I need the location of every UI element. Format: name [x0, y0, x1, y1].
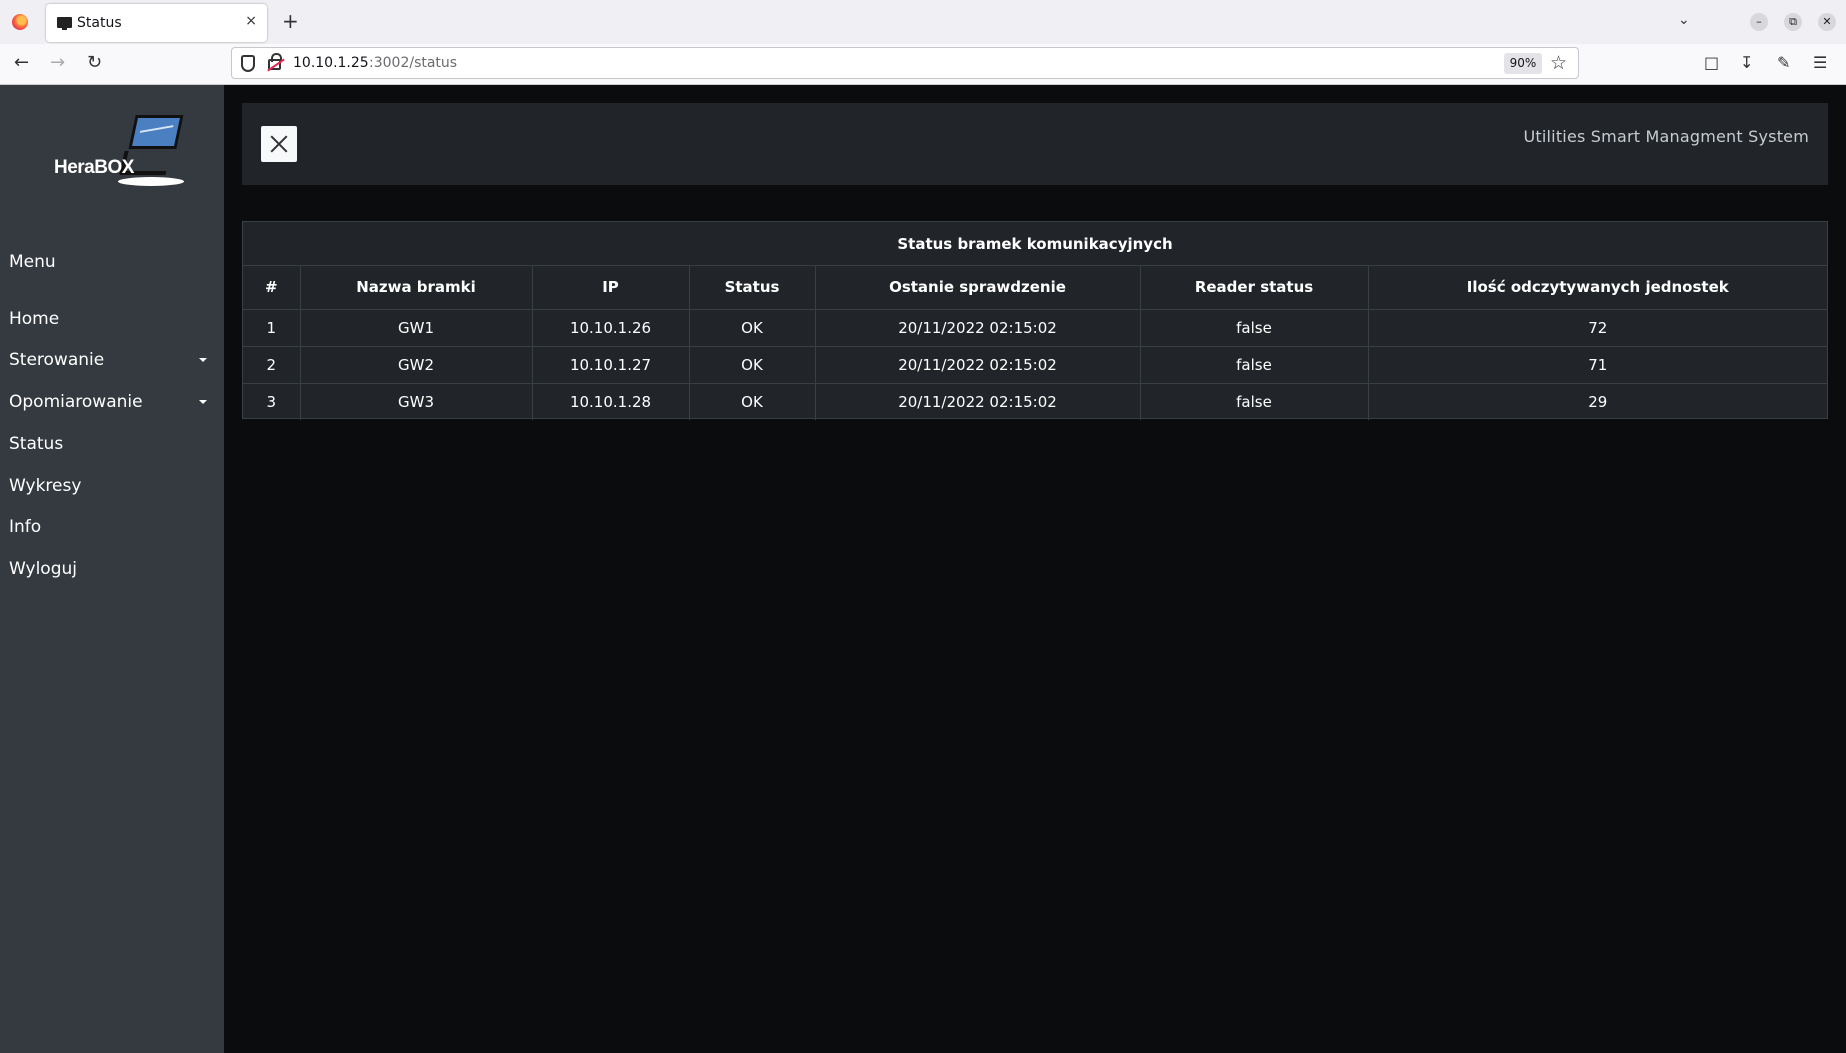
pocket-icon[interactable]: □ [1704, 53, 1719, 73]
reload-icon[interactable]: ↻ [87, 53, 102, 73]
table-cell: 20/11/2022 02:15:02 [815, 346, 1141, 384]
zoom-level-badge[interactable]: 90% [1504, 53, 1542, 74]
table-cell: 10.10.1.26 [532, 309, 690, 347]
sidebar-item-home[interactable]: Home [0, 301, 224, 337]
table-cell: 1 [243, 309, 301, 347]
table-cell: 20/11/2022 02:15:02 [815, 309, 1141, 347]
sidebar-item-label: Sterowanie [9, 350, 105, 370]
column-header: Ostanie sprawdzenie [815, 266, 1141, 310]
logo-text: HeraBOX [54, 157, 134, 178]
restore-icon[interactable]: ⧉ [1784, 13, 1802, 31]
hamburger-menu-icon[interactable]: ☰ [1813, 53, 1827, 73]
shield-icon[interactable] [241, 55, 255, 72]
herabox-logo[interactable]: HeraBOX [50, 113, 190, 193]
column-header: Ilość odczytywanych jednostek [1368, 266, 1827, 310]
table-cell: OK [689, 346, 816, 384]
new-tab-button[interactable]: + [282, 10, 299, 32]
back-arrow-icon[interactable]: ← [14, 53, 29, 73]
sidebar-item-label: Status [9, 434, 64, 454]
column-header: Status [689, 266, 816, 310]
browser-tab[interactable]: Status × [46, 4, 267, 42]
sidebar-item-label: Wykresy [9, 476, 82, 496]
logo-monitor-graphic [128, 115, 184, 149]
table-cell: 2 [243, 346, 301, 384]
tab-title: Status [77, 15, 122, 31]
caret-down-icon [199, 400, 207, 404]
table-cell: OK [689, 383, 816, 420]
table-cell: OK [689, 309, 816, 347]
table-cell: 10.10.1.28 [532, 383, 690, 420]
gateway-status-table: # Nazwa bramki IP Status Ostanie sprawdz… [243, 266, 1827, 420]
table-row: 2 GW2 10.10.1.27 OK 20/11/2022 02:15:02 … [243, 346, 1827, 384]
sidebar-item-label: Info [9, 517, 42, 537]
table-cell: false [1140, 383, 1369, 420]
sidebar-item-label: Opomiarowanie [9, 392, 143, 412]
header-bar: Utilities Smart Managment System [242, 103, 1828, 185]
column-header: Nazwa bramki [300, 266, 533, 310]
browser-nav-bar: ← → ↻ 10.10.1.25 :3002/status 90% ☆ □ ↧ … [0, 44, 1846, 85]
table-cell: 20/11/2022 02:15:02 [815, 383, 1141, 420]
table-cell: 71 [1368, 346, 1827, 384]
table-cell: false [1140, 309, 1369, 347]
forward-arrow-icon[interactable]: → [50, 53, 65, 73]
sidebar-item-sterowanie[interactable]: Sterowanie [0, 342, 224, 378]
sidebar-toggle-close-button[interactable] [261, 126, 297, 162]
sidebar-item-info[interactable]: Info [0, 509, 224, 545]
table-cell: GW1 [300, 309, 533, 347]
sidebar-item-label: Wyloguj [9, 559, 77, 579]
eyedropper-icon[interactable]: ✎ [1777, 53, 1790, 73]
table-cell: 10.10.1.27 [532, 346, 690, 384]
window-close-icon[interactable]: ✕ [1818, 13, 1836, 31]
sidebar-item-opomiarowanie[interactable]: Opomiarowanie [0, 384, 224, 420]
sidebar-item-wyloguj[interactable]: Wyloguj [0, 551, 224, 587]
monitor-icon [57, 17, 72, 30]
table-row: 3 GW3 10.10.1.28 OK 20/11/2022 02:15:02 … [243, 383, 1827, 420]
table-header-row: # Nazwa bramki IP Status Ostanie sprawdz… [243, 266, 1827, 310]
bookmark-star-icon[interactable]: ☆ [1550, 52, 1567, 74]
firefox-logo-icon[interactable] [12, 14, 28, 30]
gateway-status-table-card: Status bramek komunikacyjnych # Nazwa br… [242, 221, 1828, 420]
table-cell: 29 [1588, 392, 1608, 411]
menu-heading: Menu [9, 252, 56, 272]
table-cell: 72 [1368, 309, 1827, 347]
table-cell: false [1140, 346, 1369, 384]
table-row: 1 GW1 10.10.1.26 OK 20/11/2022 02:15:02 … [243, 309, 1827, 347]
column-header: Reader status [1140, 266, 1369, 310]
url-host: 10.10.1.25 [293, 55, 369, 71]
tab-close-icon[interactable]: × [245, 13, 257, 29]
table-cell: GW3 [300, 383, 533, 420]
sidebar-item-status[interactable]: Status [0, 426, 224, 462]
sidebar-item-label: Home [9, 309, 60, 329]
system-title: Utilities Smart Managment System [1523, 127, 1809, 146]
caret-down-icon [199, 358, 207, 362]
sidebar-item-wykresy[interactable]: Wykresy [0, 468, 224, 504]
column-header: IP [532, 266, 690, 310]
sidebar: HeraBOX Menu Home Sterowanie Opomiarowan… [0, 85, 224, 1053]
column-header: # [243, 266, 301, 310]
minimize-icon[interactable]: – [1750, 13, 1768, 31]
insecure-lock-icon[interactable] [268, 53, 282, 70]
table-cell: 3 [243, 383, 301, 420]
browser-tab-bar: Status × + ⌄ – ⧉ ✕ [0, 0, 1846, 44]
table-cell: GW2 [300, 346, 533, 384]
table-caption: Status bramek komunikacyjnych [243, 222, 1827, 266]
url-path: :3002/status [369, 55, 458, 71]
download-icon[interactable]: ↧ [1740, 53, 1753, 73]
tab-list-chevron-icon[interactable]: ⌄ [1678, 12, 1690, 28]
url-bar[interactable]: 10.10.1.25 :3002/status 90% ☆ [231, 47, 1579, 79]
